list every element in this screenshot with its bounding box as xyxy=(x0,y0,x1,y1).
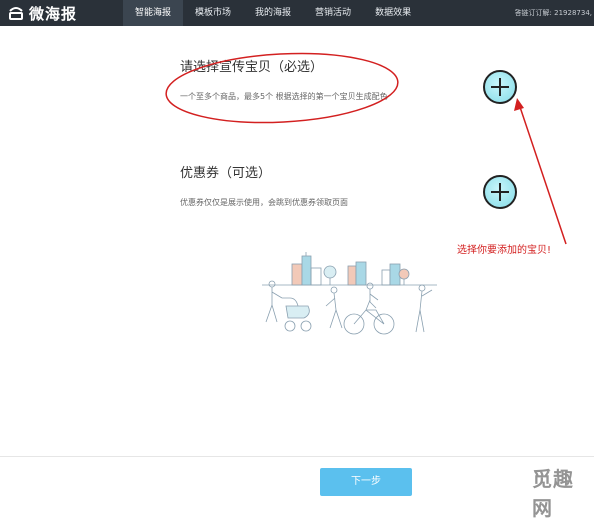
product-section-title: 请选择宣传宝贝（必选） xyxy=(180,60,324,75)
next-step-button[interactable]: 下一步 xyxy=(320,468,412,496)
city-illustration xyxy=(262,252,437,335)
plus-icon xyxy=(491,78,509,96)
top-nav-bar: 微海报 智能海报 模板市场 我的海报 营销活动 数据效果 答链订订解: 2192… xyxy=(0,0,594,26)
nav-tab-template-market[interactable]: 模板市场 xyxy=(183,0,243,26)
add-coupon-button[interactable] xyxy=(483,175,517,209)
annotation-arrow xyxy=(518,103,567,245)
nav-tab-smart-poster[interactable]: 智能海报 xyxy=(123,0,184,26)
watermark-logo: 觅趣网 xyxy=(532,467,574,520)
nav-tab-marketing[interactable]: 营销活动 xyxy=(303,0,363,26)
logo-icon xyxy=(9,7,23,20)
arrow-head-icon xyxy=(514,98,524,111)
add-product-button[interactable] xyxy=(483,70,517,104)
product-section-desc: 一个至多个商品，最多5个 根据选择的第一个宝贝生成配色 xyxy=(180,92,388,101)
footer-divider xyxy=(0,456,594,457)
brand-name: 微海报 xyxy=(29,4,78,23)
nav-tab-data-effect[interactable]: 数据效果 xyxy=(363,0,423,26)
nav-tab-my-posters[interactable]: 我的海报 xyxy=(243,0,303,26)
main-nav: 智能海报 模板市场 我的海报 营销活动 数据效果 xyxy=(123,0,423,26)
coupon-section-desc: 优惠券仅仅是展示使用，会跳到优惠券领取页面 xyxy=(180,198,348,207)
brand-logo[interactable]: 微海报 xyxy=(7,3,77,23)
coupon-section-title: 优惠券（可选） xyxy=(180,166,272,181)
annotation-text: 选择你要添加的宝贝! xyxy=(457,245,552,256)
account-info[interactable]: 答链订订解: 21928734, xyxy=(515,0,592,26)
plus-icon xyxy=(491,183,509,201)
